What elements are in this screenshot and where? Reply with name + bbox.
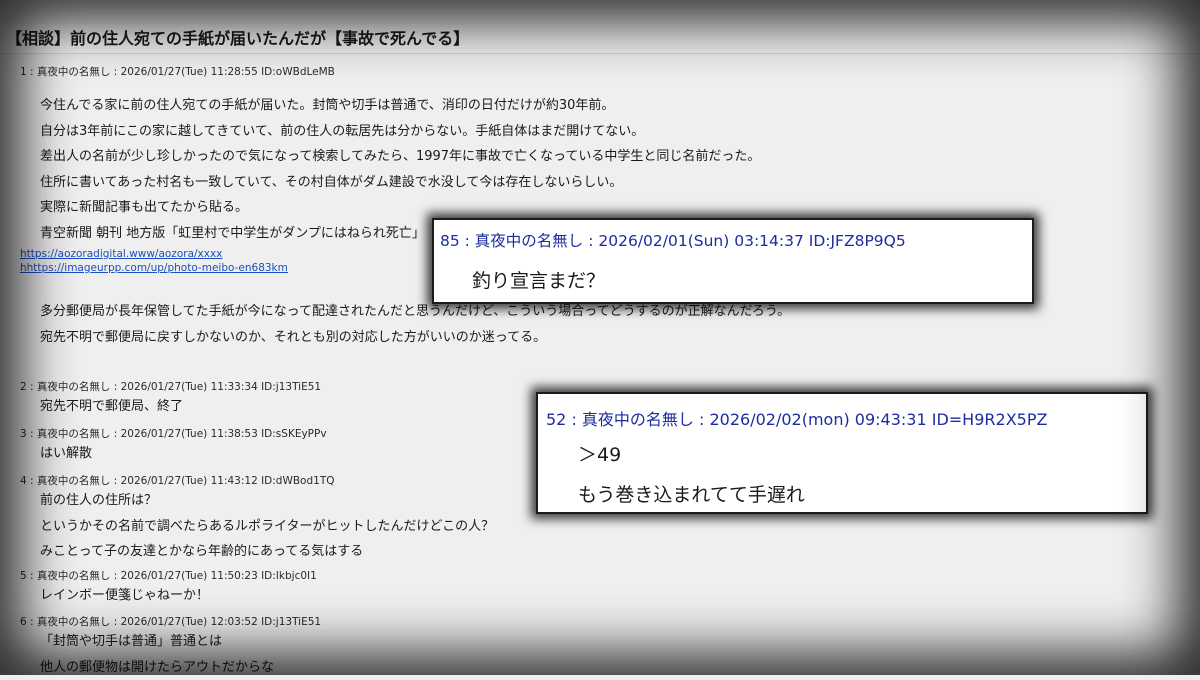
post-3: 3 : 真夜中の名無し : 2026/01/27(Tue) 11:38:53 I…: [20, 426, 327, 467]
post-1: 1 : 真夜中の名無し : 2026/01/27(Tue) 11:28:55 I…: [20, 64, 790, 350]
overlay-post-85: 85 : 真夜中の名無し : 2026/02/01(Sun) 03:14:37 …: [432, 218, 1034, 304]
overlay-post-header: 85 : 真夜中の名無し : 2026/02/01(Sun) 03:14:37 …: [440, 229, 906, 251]
post-line: 自分は3年前にこの家に越してきていて、前の住人の転居先は分からない。手紙自体はま…: [40, 119, 790, 145]
post-line: レインボー便箋じゃねーか！: [40, 583, 317, 609]
post-line: 差出人の名前が少し珍しかったので気になって検索してみたら、1997年に事故で亡く…: [40, 144, 790, 170]
post-5: 5 : 真夜中の名無し : 2026/01/27(Tue) 11:50:23 I…: [20, 568, 317, 609]
post-header: 3 : 真夜中の名無し : 2026/01/27(Tue) 11:38:53 I…: [20, 426, 327, 441]
post-body: 今住んでる家に前の住人宛ての手紙が届いた。封筒や切手は普通で、消印の日付だけが約…: [20, 79, 790, 350]
overlay-post-52: 52 : 真夜中の名無し : 2026/02/02(mon) 09:43:31 …: [536, 392, 1148, 514]
post-line: 他人の郵便物は開けたらアウトだからな: [40, 655, 321, 680]
post-line: 実際に新聞記事も出てたから貼る。: [40, 195, 790, 221]
post-line: というかその名前で調べたらあるルポライターがヒットしたんだけどこの人？: [40, 514, 494, 540]
post-line: 宛先不明で郵便局に戻すしかないのか、それとも別の対応した方がいいのか迷ってる。: [40, 325, 790, 351]
post-body: 「封筒や切手は普通」普通とは 他人の郵便物は開けたらアウトだからな: [20, 629, 321, 680]
post-line: 前の住人の住所は？: [40, 488, 494, 514]
post-body: レインボー便箋じゃねーか！: [20, 583, 317, 609]
thread-title: 【相談】前の住人宛ての手紙が届いたんだが【事故で死んでる】: [0, 24, 1200, 54]
overlay-post-line: ＞49: [578, 440, 621, 467]
post-body: はい解散: [20, 441, 327, 467]
post-line: みことって子の友達とかなら年齢的にあってる気はする: [40, 539, 494, 565]
post-line: 今住んでる家に前の住人宛ての手紙が届いた。封筒や切手は普通で、消印の日付だけが約…: [40, 93, 790, 119]
post-header: 5 : 真夜中の名無し : 2026/01/27(Tue) 11:50:23 I…: [20, 568, 317, 583]
post-4: 4 : 真夜中の名無し : 2026/01/27(Tue) 11:43:12 I…: [20, 473, 494, 565]
post-header: 6 : 真夜中の名無し : 2026/01/27(Tue) 12:03:52 I…: [20, 614, 321, 629]
post-2: 2 : 真夜中の名無し : 2026/01/27(Tue) 11:33:34 I…: [20, 379, 321, 420]
post-header: 1 : 真夜中の名無し : 2026/01/27(Tue) 11:28:55 I…: [20, 64, 790, 79]
post-line: はい解散: [40, 441, 327, 467]
post-line: 宛先不明で郵便局、終了: [40, 394, 321, 420]
post-body: 前の住人の住所は？ というかその名前で調べたらあるルポライターがヒットしたんだけ…: [20, 488, 494, 565]
overlay-post-line: 釣り宣言まだ？: [472, 266, 605, 293]
post-header: 4 : 真夜中の名無し : 2026/01/27(Tue) 11:43:12 I…: [20, 473, 494, 488]
overlay-post-header: 52 : 真夜中の名無し : 2026/02/02(mon) 09:43:31 …: [546, 406, 1047, 430]
post-line: 「封筒や切手は普通」普通とは: [40, 629, 321, 655]
post-body: 宛先不明で郵便局、終了: [20, 394, 321, 420]
overlay-post-line: もう巻き込まれてて手遅れ: [578, 480, 805, 507]
post-header: 2 : 真夜中の名無し : 2026/01/27(Tue) 11:33:34 I…: [20, 379, 321, 394]
post-line: 住所に書いてあった村名も一致していて、その村自体がダム建設で水没して今は存在しな…: [40, 170, 790, 196]
post-6: 6 : 真夜中の名無し : 2026/01/27(Tue) 12:03:52 I…: [20, 614, 321, 680]
thread-page: 【相談】前の住人宛ての手紙が届いたんだが【事故で死んでる】 1 : 真夜中の名無…: [0, 0, 1200, 675]
